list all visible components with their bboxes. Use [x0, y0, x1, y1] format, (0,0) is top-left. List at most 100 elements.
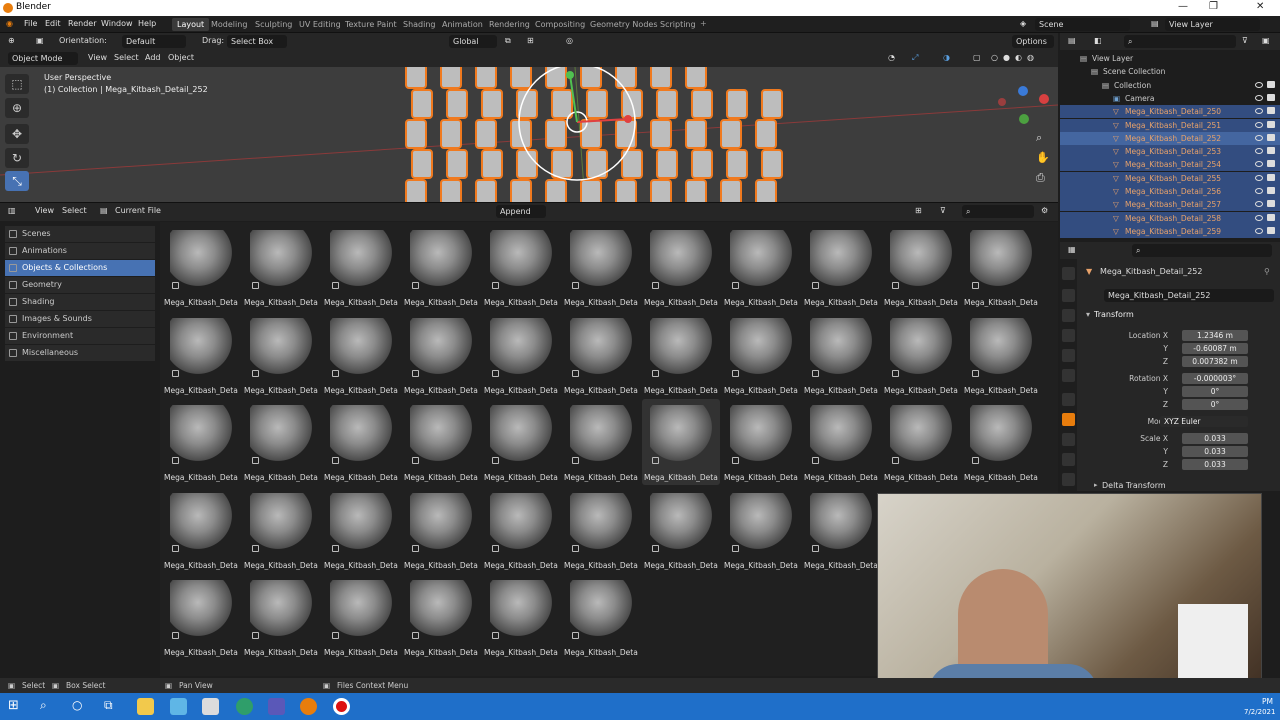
- outliner-row[interactable]: ▤ Collection: [1060, 79, 1280, 92]
- scene-selector[interactable]: Scene: [1035, 18, 1130, 31]
- render-camera-icon[interactable]: [1267, 187, 1275, 194]
- asset-tile[interactable]: Mega_Kitbash_Detai...: [242, 574, 320, 660]
- pan-hand-icon[interactable]: ✋: [1036, 151, 1050, 164]
- file-browser-menu-select[interactable]: Select: [62, 206, 87, 215]
- asset-tile[interactable]: Mega_Kitbash_Detai...: [882, 399, 960, 485]
- overlay-icon[interactable]: ◑: [943, 53, 950, 62]
- asset-tile[interactable]: Mega_Kitbash_Detai...: [722, 399, 800, 485]
- render-camera-icon[interactable]: [1267, 226, 1275, 234]
- import-type-dropdown[interactable]: Append: [496, 205, 546, 218]
- object-name-field[interactable]: Mega_Kitbash_Detail_252: [1104, 289, 1274, 302]
- tool-settings-icon[interactable]: ▣: [36, 36, 44, 45]
- properties-search-input[interactable]: ⌕: [1132, 244, 1272, 257]
- blender-menu-icon[interactable]: ◉: [6, 19, 13, 28]
- visibility-eye-icon[interactable]: [1255, 161, 1263, 168]
- object-tab-icon[interactable]: [1062, 413, 1075, 426]
- asset-tile[interactable]: Mega_Kitbash_Detai...: [162, 312, 240, 398]
- menu-window[interactable]: Window: [101, 19, 133, 28]
- asset-tile[interactable]: Mega_Kitbash_Detai...: [402, 312, 480, 398]
- asset-tile[interactable]: Mega_Kitbash_Detai...: [962, 399, 1040, 485]
- workspace-tab-shading[interactable]: Shading: [398, 18, 441, 31]
- asset-tile[interactable]: Mega_Kitbash_Detai...: [882, 224, 960, 310]
- windows-start-icon[interactable]: ⊞: [8, 698, 25, 715]
- outliner-row[interactable]: ▤ View Layer: [1060, 52, 1280, 65]
- category-shading[interactable]: Shading: [5, 294, 155, 310]
- asset-tile[interactable]: Mega_Kitbash_Detai...: [322, 399, 400, 485]
- visibility-eye-icon[interactable]: [1255, 121, 1263, 128]
- drag-dropdown[interactable]: Select Box: [227, 35, 287, 48]
- tool-tab-icon[interactable]: [1062, 267, 1075, 280]
- viewport-menu-view[interactable]: View: [88, 53, 107, 62]
- asset-tile[interactable]: Mega_Kitbash_Detai...: [562, 224, 640, 310]
- location-x-field[interactable]: 1.2346 m: [1182, 330, 1248, 341]
- file-browser-menu-view[interactable]: View: [35, 206, 54, 215]
- asset-tile[interactable]: Mega_Kitbash_Detai...: [162, 224, 240, 310]
- asset-tile[interactable]: Mega_Kitbash_Detai...: [242, 399, 320, 485]
- wireframe-shading-icon[interactable]: ○: [991, 53, 998, 62]
- scale-z-field[interactable]: 0.033: [1182, 459, 1248, 470]
- rotation-x-field[interactable]: -0.000003°: [1182, 373, 1248, 384]
- asset-tile[interactable]: Mega_Kitbash_Detai...: [162, 487, 240, 573]
- snap-icon[interactable]: ⊞: [527, 36, 534, 45]
- delta-transform-header[interactable]: Delta Transform: [1102, 481, 1166, 490]
- rotation-z-field[interactable]: 0°: [1182, 399, 1248, 410]
- asset-tile[interactable]: Mega_Kitbash_Detai...: [642, 224, 720, 310]
- collection-tab-icon[interactable]: [1062, 393, 1075, 406]
- workspace-tab-texture-paint[interactable]: Texture Paint: [340, 18, 402, 31]
- asset-tile[interactable]: Mega_Kitbash_Detai...: [562, 487, 640, 573]
- filter-icon[interactable]: ⊽: [940, 206, 946, 215]
- app-icon[interactable]: [202, 698, 219, 715]
- asset-tile[interactable]: Mega_Kitbash_Detai...: [802, 487, 880, 573]
- minimize-icon[interactable]: —: [1178, 1, 1188, 12]
- zoom-icon[interactable]: ⌕: [1036, 131, 1042, 145]
- workspace-tab-compositing[interactable]: Compositing: [530, 18, 590, 31]
- outliner-row[interactable]: ▽ Mega_Kitbash_Detail_256: [1060, 185, 1280, 198]
- close-icon[interactable]: ✕: [1256, 1, 1264, 12]
- pin-icon[interactable]: ⚲: [1264, 267, 1270, 276]
- location-z-field[interactable]: 0.007382 m: [1182, 356, 1248, 367]
- outliner-row[interactable]: ▽ Mega_Kitbash_Detail_254: [1060, 158, 1280, 172]
- file-explorer-icon[interactable]: [137, 698, 154, 715]
- outliner-filter-icon[interactable]: ⊽: [1242, 36, 1248, 45]
- view-layer-tab-icon[interactable]: [1062, 329, 1075, 342]
- select-tool-icon[interactable]: ⬚: [5, 74, 29, 94]
- category-images-sounds[interactable]: Images & Sounds: [5, 311, 155, 327]
- maximize-icon[interactable]: ❐: [1209, 1, 1218, 12]
- asset-tile[interactable]: Mega_Kitbash_Detai...: [962, 224, 1040, 310]
- outliner-row[interactable]: ▣ Camera: [1060, 92, 1280, 105]
- asset-tile[interactable]: Mega_Kitbash_Detai...: [802, 224, 880, 310]
- asset-tile[interactable]: Mega_Kitbash_Detai...: [722, 487, 800, 573]
- asset-tile[interactable]: Mega_Kitbash_Detai...: [402, 487, 480, 573]
- properties-editor-icon[interactable]: ▦: [1068, 245, 1076, 254]
- asset-tile[interactable]: Mega_Kitbash_Detai...: [882, 312, 960, 398]
- category-animations[interactable]: Animations: [5, 243, 155, 259]
- visibility-icon[interactable]: ◔: [888, 53, 895, 62]
- category-miscellaneous[interactable]: Miscellaneous: [5, 345, 155, 361]
- asset-tile[interactable]: Mega_Kitbash_Detai...: [482, 574, 560, 660]
- camera-view-icon[interactable]: ⎙: [1036, 171, 1045, 185]
- asset-tile[interactable]: Mega_Kitbash_Detai...: [242, 487, 320, 573]
- asset-tile[interactable]: Mega_Kitbash_Detai...: [962, 312, 1040, 398]
- modifier-tab-icon[interactable]: [1062, 433, 1075, 446]
- proportional-edit-icon[interactable]: ◎: [566, 36, 573, 45]
- transform-orientation-dropdown[interactable]: Global: [449, 35, 497, 48]
- workspace-tab-modeling[interactable]: Modeling: [206, 18, 252, 31]
- add-workspace-icon[interactable]: +: [700, 19, 707, 28]
- outliner-row[interactable]: ▽ Mega_Kitbash_Detail_251: [1060, 118, 1280, 132]
- outliner-row[interactable]: ▤ Scene Collection: [1060, 65, 1280, 78]
- asset-tile[interactable]: Mega_Kitbash_Detai...: [722, 224, 800, 310]
- display-mode-icon[interactable]: ⊞: [915, 206, 922, 215]
- asset-tile[interactable]: Mega_Kitbash_Detai...: [322, 224, 400, 310]
- render-camera-icon[interactable]: [1267, 93, 1275, 101]
- asset-tile[interactable]: Mega_Kitbash_Detai...: [482, 224, 560, 310]
- menu-edit[interactable]: Edit: [45, 19, 61, 28]
- new-collection-icon[interactable]: ▣: [1262, 36, 1270, 45]
- outliner-row[interactable]: ▽ Mega_Kitbash_Detail_258: [1060, 211, 1280, 225]
- asset-tile[interactable]: Mega_Kitbash_Detai...: [802, 312, 880, 398]
- cortana-icon[interactable]: ○: [72, 698, 89, 715]
- render-camera-icon[interactable]: [1267, 147, 1275, 155]
- orientation-dropdown[interactable]: Default: [122, 35, 186, 48]
- render-camera-icon[interactable]: [1267, 133, 1275, 141]
- viewport-menu-object[interactable]: Object: [168, 53, 194, 62]
- asset-tile[interactable]: Mega_Kitbash_Detai...: [242, 312, 320, 398]
